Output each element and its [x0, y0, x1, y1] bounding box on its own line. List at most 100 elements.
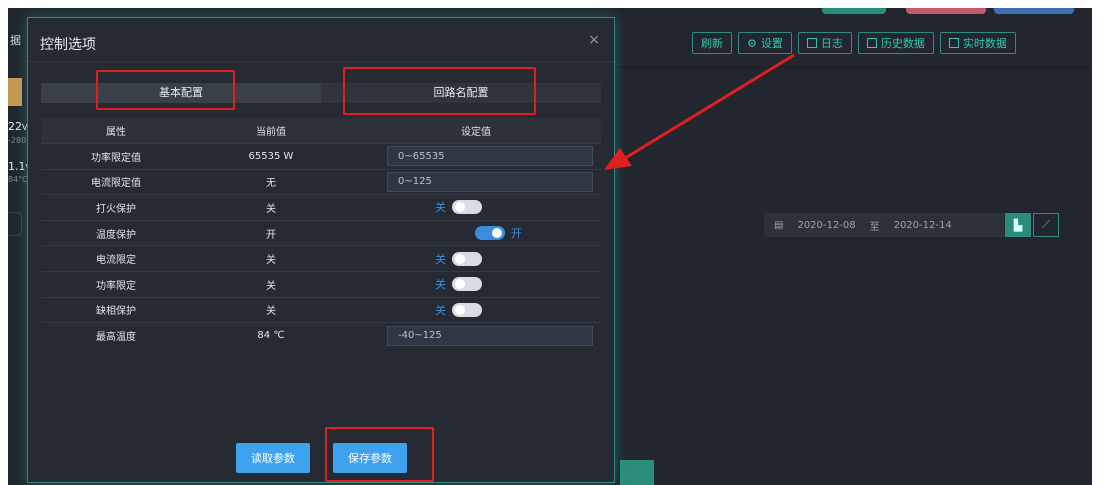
- arc-protection-switch[interactable]: 关: [435, 199, 482, 215]
- toggle-knob: [492, 228, 502, 239]
- bar-chart-button[interactable]: ▙: [1005, 213, 1031, 237]
- table-row: 电流限定 关 关: [41, 246, 601, 272]
- bar-chart-icon: ▙: [1013, 218, 1023, 232]
- refresh-button[interactable]: 刷新: [692, 32, 732, 54]
- row-current-value: 开: [266, 229, 276, 241]
- top-button-hint: [994, 8, 1074, 14]
- document-icon: [806, 38, 817, 48]
- power-limit-input[interactable]: 0~65535: [387, 146, 593, 167]
- table-row: 缺相保护 关 关: [41, 298, 601, 324]
- top-toolbar: 刷新 ⚙ 设置 日志 历史数据 实时数据: [692, 32, 1016, 54]
- table-row: 打火保护 关 关: [41, 195, 601, 221]
- row-setting: 关: [351, 276, 601, 292]
- peek-sub: -280: [8, 136, 27, 145]
- power-limit-switch[interactable]: 关: [435, 276, 482, 292]
- toggle-knob: [455, 304, 465, 315]
- current-limit-switch[interactable]: 关: [435, 251, 482, 267]
- settings-label: 设置: [760, 37, 783, 50]
- history-button[interactable]: 历史数据: [857, 32, 934, 54]
- modal-title: 控制选项: [40, 37, 96, 53]
- line-chart-icon: ⟋: [1042, 218, 1050, 231]
- column-header-attribute: 属性: [106, 127, 126, 138]
- top-button-hint: [822, 8, 886, 14]
- row-name: 温度保护: [96, 229, 136, 241]
- row-current-value: 关: [266, 255, 276, 267]
- close-icon[interactable]: ×: [588, 32, 600, 48]
- teal-panel-edge: [620, 460, 654, 485]
- realtime-button[interactable]: 实时数据: [939, 32, 1016, 54]
- start-date: 2020-12-08: [797, 219, 856, 231]
- chart-type-switch: ▙ ⟋: [1005, 213, 1059, 237]
- temperature-protection-switch[interactable]: 开: [475, 225, 522, 241]
- tab-basic-config[interactable]: 基本配置: [41, 83, 321, 103]
- settings-table: 属性 当前值 设定值 功率限定值 65535 W 0~65535 电流限定值 无…: [41, 118, 601, 349]
- config-tabs: 基本配置 回路名配置: [41, 83, 601, 103]
- row-name: 功率限定: [96, 280, 136, 292]
- realtime-label: 实时数据: [962, 37, 1007, 50]
- toggle-knob: [455, 202, 465, 213]
- row-current-value: 关: [266, 306, 276, 318]
- row-name: 缺相保护: [96, 306, 136, 318]
- peek-value: 22V: [8, 120, 27, 133]
- log-button[interactable]: 日志: [797, 32, 852, 54]
- row-name: 电流限定值: [91, 178, 141, 190]
- row-current-value: 关: [266, 280, 276, 292]
- row-current-value: 65535 W: [248, 150, 294, 162]
- monitor-icon: [948, 38, 959, 48]
- table-header: 属性 当前值 设定值: [41, 118, 601, 144]
- toggle-knob: [455, 253, 465, 264]
- modal-header: 控制选项 ×: [28, 18, 614, 62]
- switch-label: 开: [511, 227, 522, 241]
- peek-value-number: 1.1: [8, 160, 26, 173]
- peek-value-number: 22: [8, 120, 22, 133]
- line-chart-button[interactable]: ⟋: [1033, 213, 1059, 237]
- row-setting: 关: [351, 199, 601, 215]
- column-header-setting: 设定值: [461, 127, 491, 138]
- row-current-value: 关: [266, 203, 276, 215]
- row-name: 最高温度: [96, 332, 136, 344]
- switch-label: 关: [435, 252, 446, 266]
- row-setting: -40~125: [351, 325, 601, 346]
- table-row: 功率限定 关 关: [41, 272, 601, 298]
- date-separator: 至: [869, 221, 880, 233]
- left-panel-peek: 据 22V -280 1.1V 84°C: [8, 8, 31, 485]
- row-name: 功率限定值: [91, 152, 141, 164]
- calendar-icon: ▤: [774, 219, 784, 231]
- save-parameters-button[interactable]: 保存参数: [333, 443, 407, 473]
- phase-loss-protection-switch[interactable]: 关: [435, 302, 482, 318]
- table-row: 温度保护 开 开: [41, 221, 601, 247]
- switch-label: 关: [435, 278, 446, 292]
- peek-bar: [8, 78, 22, 106]
- date-range-picker[interactable]: ▤ 2020-12-08 至 2020-12-14: [764, 213, 1004, 237]
- end-date: 2020-12-14: [893, 219, 952, 231]
- history-icon: [866, 38, 877, 48]
- toggle-knob: [455, 279, 465, 290]
- refresh-label: 刷新: [701, 37, 723, 50]
- toggle-on: [475, 226, 505, 241]
- row-setting: 0~125: [351, 171, 601, 192]
- max-temperature-input[interactable]: -40~125: [387, 325, 593, 346]
- row-setting: 0~65535: [351, 146, 601, 167]
- current-limit-input[interactable]: 0~125: [387, 171, 593, 192]
- toggle-off: [452, 251, 482, 266]
- settings-button[interactable]: ⚙ 设置: [738, 32, 792, 54]
- switch-label: 关: [435, 201, 446, 215]
- row-current-value: 84 ℃: [257, 330, 285, 342]
- toggle-off: [452, 277, 482, 292]
- peek-sub: 84°C: [8, 175, 28, 184]
- switch-label: 关: [435, 303, 446, 317]
- row-setting: 开: [351, 225, 601, 241]
- log-label: 日志: [820, 37, 843, 50]
- peek-text: 据: [10, 34, 21, 47]
- gear-icon: ⚙: [747, 36, 757, 50]
- row-name: 打火保护: [96, 203, 136, 215]
- row-name: 电流限定: [96, 255, 136, 267]
- table-row: 电流限定值 无 0~125: [41, 170, 601, 196]
- row-setting: 关: [351, 251, 601, 267]
- tab-loop-name-config[interactable]: 回路名配置: [321, 83, 601, 103]
- read-parameters-button[interactable]: 读取参数: [236, 443, 310, 473]
- table-row: 功率限定值 65535 W 0~65535: [41, 144, 601, 170]
- history-label: 历史数据: [880, 37, 925, 50]
- header-divider: [614, 66, 1092, 68]
- peek-chip: [8, 212, 22, 236]
